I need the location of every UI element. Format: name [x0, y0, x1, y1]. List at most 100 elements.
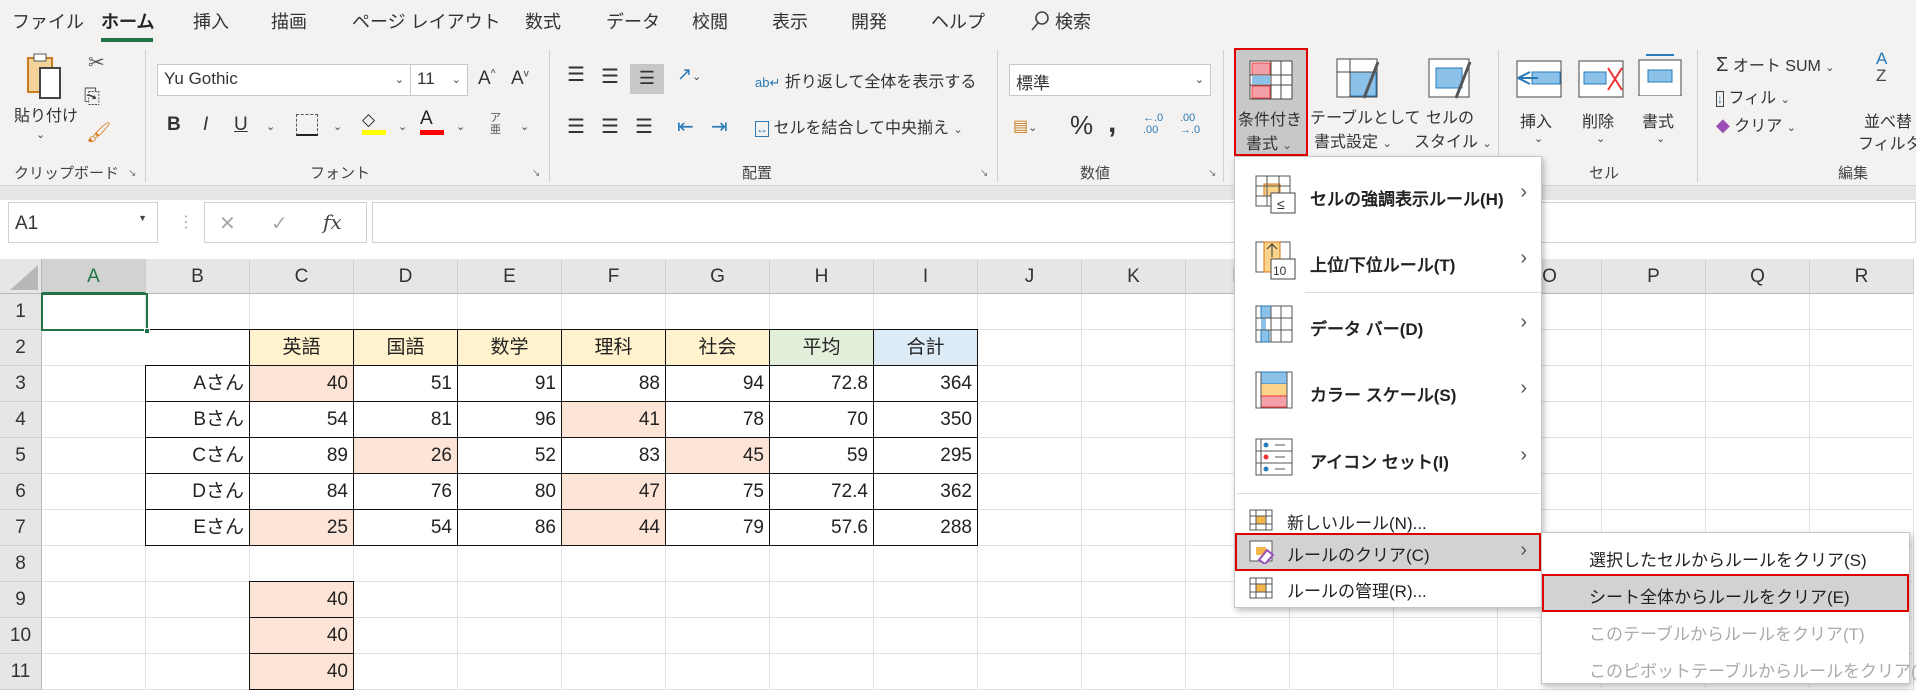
paste-button[interactable]: 貼り付け ⌄ — [14, 52, 78, 142]
cell[interactable] — [42, 618, 146, 654]
insert-cells-button[interactable]: 挿入 ⌄ — [1510, 50, 1566, 150]
cell[interactable] — [978, 330, 1082, 366]
cell-C6[interactable]: 84 — [249, 473, 354, 510]
cell[interactable] — [1082, 366, 1186, 402]
font-name-dropdown[interactable]: Yu Gothic ⌄ — [157, 64, 411, 96]
cell[interactable] — [146, 654, 250, 690]
cell[interactable] — [1602, 474, 1706, 510]
column-header-K[interactable]: K — [1082, 259, 1186, 294]
cell[interactable] — [1082, 582, 1186, 618]
row-header-2[interactable]: 2 — [0, 330, 42, 366]
column-header-F[interactable]: F — [562, 259, 666, 294]
align-center-icon[interactable]: ☰ — [601, 114, 619, 139]
cell[interactable] — [770, 546, 874, 582]
cell-D5[interactable]: 26 — [353, 437, 458, 474]
cell[interactable] — [1602, 330, 1706, 366]
cell[interactable] — [1394, 618, 1498, 654]
cell[interactable] — [458, 582, 562, 618]
row-header-10[interactable]: 10 — [0, 618, 42, 654]
cell[interactable] — [42, 366, 146, 402]
sort-filter-button[interactable]: AZ 並べ替 フィルター — [1858, 50, 1916, 153]
formula-bar-grip-icon[interactable]: ⋮ — [178, 212, 194, 232]
cell[interactable] — [354, 294, 458, 330]
cell[interactable] — [1810, 294, 1914, 330]
cell[interactable] — [874, 546, 978, 582]
cell[interactable] — [1394, 654, 1498, 690]
cell[interactable] — [1290, 618, 1394, 654]
menu-item-icon-set[interactable]: アイコン セット(I) › — [1235, 432, 1541, 488]
cell[interactable] — [354, 582, 458, 618]
cell-styles-button[interactable]: セルの スタイル ⌄ — [1410, 48, 1492, 156]
italic-button[interactable]: I — [203, 114, 208, 136]
tab-data[interactable]: データ — [606, 8, 660, 34]
cell[interactable] — [978, 654, 1082, 690]
fill-handle[interactable] — [144, 328, 150, 334]
cell[interactable] — [978, 402, 1082, 438]
cell-H2[interactable]: 平均 — [769, 329, 874, 366]
cell[interactable] — [146, 294, 250, 330]
cell[interactable] — [42, 546, 146, 582]
orientation-icon[interactable]: ↗⌄ — [677, 64, 701, 85]
align-left-icon[interactable]: ☰ — [567, 114, 585, 139]
cell[interactable] — [458, 654, 562, 690]
row-header-3[interactable]: 3 — [0, 366, 42, 402]
cell[interactable] — [874, 294, 978, 330]
format-as-table-button[interactable]: テーブルとして 書式設定 ⌄ — [1310, 48, 1421, 156]
cell-H4[interactable]: 70 — [769, 401, 874, 438]
cell-C11[interactable]: 40 — [249, 653, 354, 690]
cell-E7[interactable]: 86 — [457, 509, 562, 546]
cell-E3[interactable]: 91 — [457, 365, 562, 402]
borders-icon[interactable] — [296, 114, 318, 136]
cell-G5[interactable]: 45 — [665, 437, 770, 474]
cell[interactable] — [1082, 654, 1186, 690]
underline-button[interactable]: U — [234, 114, 248, 136]
increase-font-size-icon[interactable]: A^ — [478, 68, 495, 90]
column-header-B[interactable]: B — [146, 259, 250, 294]
cell[interactable] — [1706, 366, 1810, 402]
cancel-icon[interactable]: ✕ — [219, 211, 236, 236]
cell-D6[interactable]: 76 — [353, 473, 458, 510]
cell-C2[interactable]: 英語 — [249, 329, 354, 366]
column-header-A[interactable]: A — [42, 259, 146, 294]
cell-H5[interactable]: 59 — [769, 437, 874, 474]
row-header-9[interactable]: 9 — [0, 582, 42, 618]
phonetic-icon[interactable]: ア亜 — [490, 112, 501, 136]
enter-icon[interactable]: ✓ — [271, 211, 288, 236]
cell-C3[interactable]: 40 — [249, 365, 354, 402]
cell[interactable] — [1186, 654, 1290, 690]
cell[interactable] — [978, 582, 1082, 618]
cell-I2[interactable]: 合計 — [873, 329, 978, 366]
dialog-launcher-icon[interactable]: ↘ — [128, 168, 136, 179]
cell[interactable] — [1706, 402, 1810, 438]
cell-F2[interactable]: 理科 — [561, 329, 666, 366]
cell-C4[interactable]: 54 — [249, 401, 354, 438]
top-align-icon[interactable]: ☰ — [567, 62, 585, 87]
cell[interactable] — [458, 546, 562, 582]
cell[interactable] — [874, 618, 978, 654]
column-header-H[interactable]: H — [770, 259, 874, 294]
cell[interactable] — [146, 546, 250, 582]
tab-formulas[interactable]: 数式 — [525, 8, 561, 34]
tab-view[interactable]: 表示 — [772, 8, 808, 34]
cell[interactable] — [1290, 654, 1394, 690]
percent-style-icon[interactable]: % — [1070, 110, 1093, 141]
conditional-formatting-button[interactable]: 条件付き 書式 ⌄ — [1234, 48, 1308, 156]
menu-item-color-scale[interactable]: カラー スケール(S) › — [1235, 365, 1541, 421]
cell-C9[interactable]: 40 — [249, 581, 354, 618]
cell-C7[interactable]: 25 — [249, 509, 354, 546]
cell[interactable] — [1082, 474, 1186, 510]
menu-item-data-bar[interactable]: データ バー(D) › — [1235, 299, 1541, 355]
cell[interactable] — [978, 366, 1082, 402]
cell-I3[interactable]: 364 — [873, 365, 978, 402]
cell[interactable] — [1082, 294, 1186, 330]
menu-item-manage-rules[interactable]: ルールの管理(R)... — [1235, 573, 1541, 607]
cell-B6[interactable]: Dさん — [145, 473, 250, 510]
cell[interactable] — [978, 294, 1082, 330]
cell-F3[interactable]: 88 — [561, 365, 666, 402]
cell-C5[interactable]: 89 — [249, 437, 354, 474]
cell[interactable] — [1082, 510, 1186, 546]
cell-H6[interactable]: 72.4 — [769, 473, 874, 510]
menu-item-top-bottom-rules[interactable]: 10 上位/下位ルール(T) › — [1235, 235, 1541, 291]
cell[interactable] — [42, 474, 146, 510]
cell-B7[interactable]: Eさん — [145, 509, 250, 546]
